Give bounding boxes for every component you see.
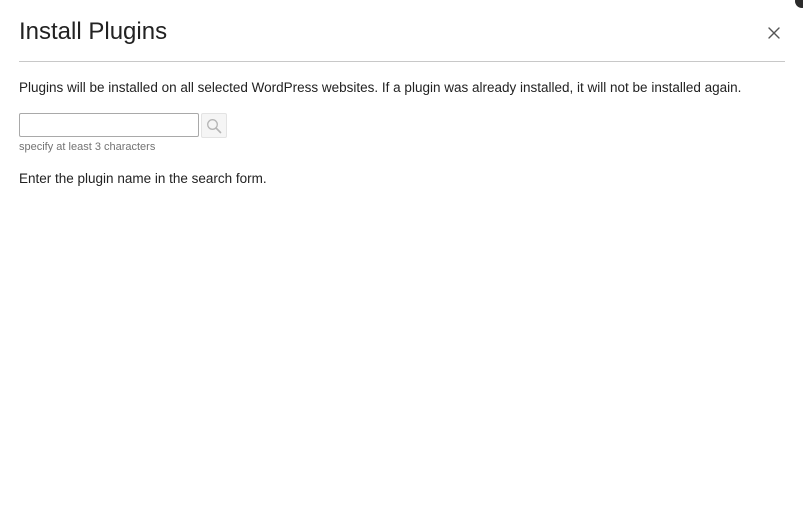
close-button[interactable]	[763, 22, 785, 44]
search-hint: specify at least 3 characters	[19, 141, 156, 153]
plugin-search-input[interactable]	[19, 113, 199, 137]
title-divider	[19, 61, 785, 62]
dialog-title: Install Plugins	[19, 18, 168, 45]
search-icon	[207, 118, 222, 133]
search-button[interactable]	[201, 113, 227, 138]
results-empty-message: Enter the plugin name in the search form…	[19, 171, 267, 186]
install-plugins-dialog: Install Plugins Plugins will be installe…	[0, 0, 803, 521]
close-icon	[768, 27, 780, 39]
window-corner	[795, 0, 803, 8]
dialog-description: Plugins will be installed on all selecte…	[19, 80, 742, 95]
